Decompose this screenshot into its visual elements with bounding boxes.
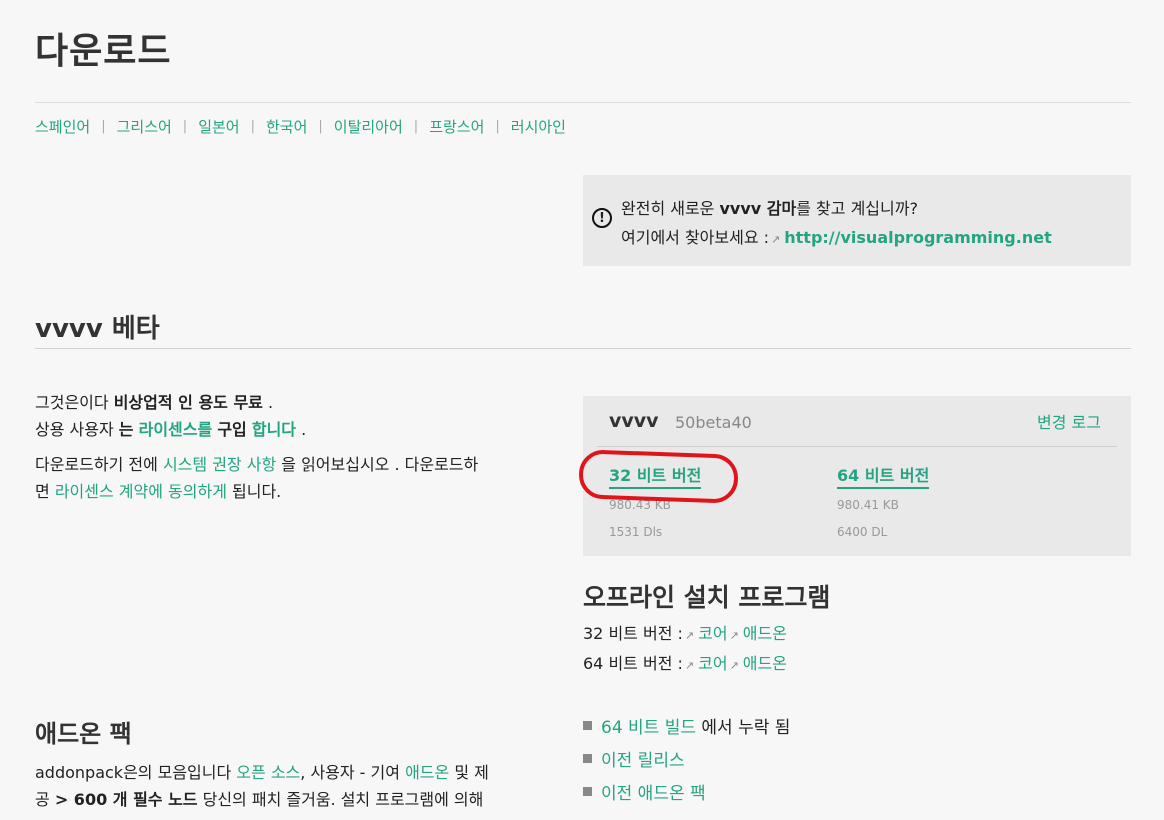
divider <box>597 446 1117 447</box>
offline-64-addon-link[interactable]: 애드온 <box>743 654 787 673</box>
file-size: 980.41 KB <box>837 498 899 512</box>
language-nav: 스페인어 | 그리스어 | 일본어 | 한국어 | 이탈리아어 | 프랑스어 | 러시아인 <box>35 116 566 137</box>
gamma-link[interactable]: http://visualprogramming.net <box>784 228 1051 247</box>
beta-intro: 그것은이다 비상업적 인 용도 무료 . 상용 사용자 는 라이센스를 구입 합… <box>35 389 555 505</box>
64bit-builds-link[interactable]: 64 비트 빌드 <box>601 713 696 738</box>
external-link-icon: ↗ <box>684 629 695 642</box>
lang-link-french[interactable]: 프랑스어 <box>429 116 484 137</box>
offline-row-32bit: 32 비트 버전 : ↗ 코어 ↗ 애드온 <box>583 620 787 650</box>
license-link[interactable]: 라이센스를 <box>139 420 213 439</box>
bullet-icon <box>583 754 592 763</box>
lang-link-japanese[interactable]: 일본어 <box>198 116 239 137</box>
beta-heading: vvvv 베타 <box>35 314 160 344</box>
separator: | <box>182 119 188 134</box>
previous-addonpacks-link[interactable]: 이전 애드온 팩 <box>601 779 706 804</box>
version-label: 50beta40 <box>675 413 752 432</box>
previous-releases-link[interactable]: 이전 릴리스 <box>601 746 685 771</box>
external-link-icon: ↗ <box>729 629 739 642</box>
offline-32-addon-link[interactable]: 애드온 <box>743 624 787 643</box>
open-source-link[interactable]: 오픈 소스 <box>236 763 300 782</box>
divider <box>35 102 1131 103</box>
list-item: 이전 릴리스 <box>583 742 790 775</box>
extra-links: 64 비트 빌드 에서 누락 됨 이전 릴리스 이전 애드온 팩 <box>583 709 790 808</box>
offline-32-core-link[interactable]: 코어 <box>698 624 727 643</box>
lang-link-korean[interactable]: 한국어 <box>266 116 307 137</box>
separator: | <box>250 119 255 134</box>
license-agreement-link[interactable]: 라이센스 계약에 동의하게 <box>55 482 227 501</box>
separator: | <box>318 119 323 134</box>
commercial-text: 상용 사용자 는 라이센스를 구입 합니다 . <box>35 420 307 439</box>
notice-line-1: 완전히 새로운 vvvv 감마를 찾고 계십니까? <box>621 199 918 218</box>
list-item: 이전 애드온 팩 <box>583 775 790 808</box>
external-link-icon: ↗ <box>729 659 739 672</box>
requirements-text: 다운로드하기 전에 시스템 권장 사항 을 읽어보십시오 . 다운로드하 면 라… <box>35 455 479 501</box>
product-name: vvvv <box>609 410 659 432</box>
list-item: 64 비트 빌드 에서 누락 됨 <box>583 709 790 742</box>
free-use-text: 그것은이다 비상업적 인 용도 무료 . <box>35 393 274 412</box>
buy-link[interactable]: 합니다 <box>252 420 296 439</box>
exclamation-circle-icon: ! <box>592 208 612 228</box>
download-count: 1531 Dls <box>609 525 663 539</box>
addonpack-heading: 애드온 팩 <box>35 720 132 748</box>
separator: | <box>495 119 500 134</box>
page-title: 다운로드 <box>35 31 172 72</box>
addon-link[interactable]: 애드온 <box>405 763 449 782</box>
divider <box>35 348 1131 349</box>
changelog-link[interactable]: 변경 로그 <box>1037 409 1101 433</box>
bullet-icon <box>583 787 592 796</box>
download-64bit: 64 비트 버전 980.41 KB 6400 DL <box>837 462 930 539</box>
lang-link-russian[interactable]: 러시아인 <box>511 116 566 137</box>
external-link-icon: ↗ <box>684 659 695 672</box>
offline-heading: 오프라인 설치 프로그램 <box>583 583 831 612</box>
system-requirements-link[interactable]: 시스템 권장 사항 <box>163 455 276 474</box>
red-highlight-annotation <box>578 449 739 504</box>
bullet-icon <box>583 721 592 730</box>
lang-link-italian[interactable]: 이탈리아어 <box>334 116 403 137</box>
lang-link-spanish[interactable]: 스페인어 <box>35 116 90 137</box>
gamma-notice: ! 완전히 새로운 vvvv 감마를 찾고 계십니까? 여기에서 찾아보세요 :… <box>583 175 1131 266</box>
addonpack-description: addonpack은의 모음입니다 오픈 소스, 사용자 - 기여 애드온 및 … <box>35 763 489 809</box>
download-count: 6400 DL <box>837 525 888 539</box>
download-64bit-link[interactable]: 64 비트 버전 <box>837 462 930 489</box>
notice-line-2: 여기에서 찾아보세요 : ↗ http://visualprogramming.ne… <box>621 228 1052 247</box>
separator: | <box>101 119 106 134</box>
external-link-icon: ↗ <box>771 233 781 246</box>
separator: | <box>413 119 419 134</box>
lang-link-greek[interactable]: 그리스어 <box>117 116 172 137</box>
offline-row-64bit: 64 비트 버전 : ↗ 코어 ↗ 애드온 <box>583 650 787 680</box>
offline-64-core-link[interactable]: 코어 <box>698 654 727 673</box>
offline-installers: 32 비트 버전 : ↗ 코어 ↗ 애드온 64 비트 버전 : ↗ 코어 ↗ 애드온 <box>583 620 787 680</box>
